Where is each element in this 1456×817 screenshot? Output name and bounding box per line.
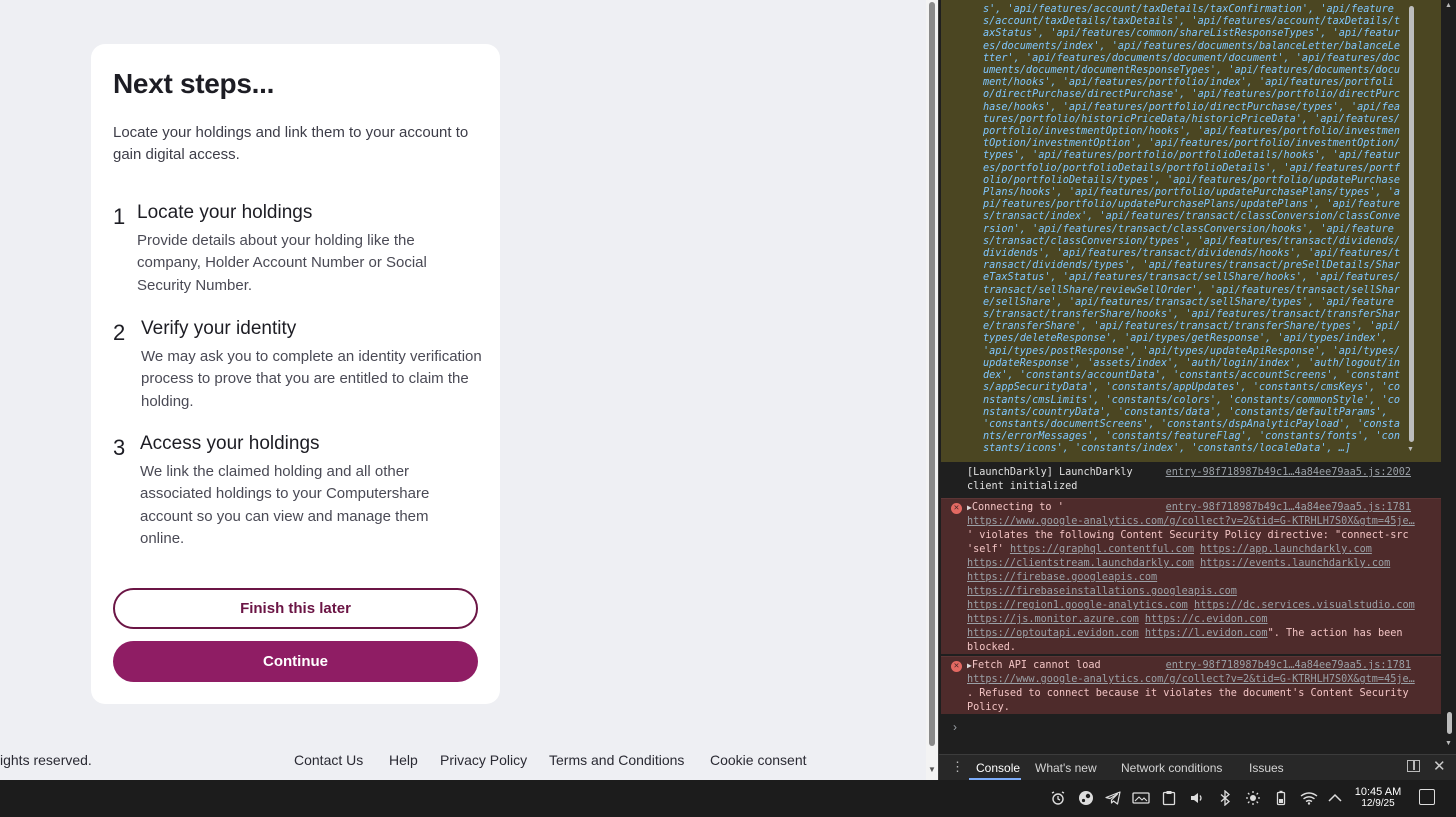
error-url-link[interactable]: https://www.google-analytics.com/g/colle… (967, 516, 1415, 527)
web-page: Next steps... Locate your holdings and l… (0, 0, 926, 780)
console-prompt-icon[interactable]: › (953, 720, 957, 734)
scrollbar-thumb[interactable] (929, 2, 935, 746)
tab-network-conditions[interactable]: Network conditions (1121, 761, 1222, 775)
terms-link[interactable]: Terms and Conditions (549, 752, 684, 768)
battery-icon[interactable] (1271, 788, 1291, 808)
source-link[interactable]: entry-98f718987b49c1…4a84ee79aa5.js:2002 (1166, 466, 1411, 480)
error-prefix: Fetch API cannot load (971, 660, 1101, 671)
error-body: ▶Connecting to ' https://www.google-anal… (967, 501, 1419, 655)
devtools-drawer-tabs: ⋮ Console What's new Network conditions … (939, 754, 1456, 780)
bluetooth-icon[interactable] (1215, 788, 1235, 808)
scroll-down-arrow-icon[interactable]: ▼ (1445, 740, 1452, 747)
chevron-up-icon[interactable] (1325, 788, 1345, 808)
csp-link[interactable]: https://dc.services.visualstudio.com (1194, 600, 1415, 611)
csp-link[interactable]: https://optoutapi.evidon.com (967, 628, 1139, 639)
scrollbar-thumb[interactable] (1409, 6, 1414, 442)
notifications-icon[interactable] (1419, 789, 1435, 805)
continue-button[interactable]: Continue (113, 641, 478, 682)
step-description: We link the claimed holding and all othe… (140, 463, 430, 547)
error-icon: ✕ (951, 503, 962, 514)
array-text: s', 'api/features/account/taxDetails/tax… (983, 4, 1401, 455)
tab-console[interactable]: Console (976, 761, 1020, 775)
step-description: Provide details about your holding like … (137, 232, 427, 294)
wifi-icon[interactable] (1299, 788, 1319, 808)
page-footer: ights reserved. Contact Us Help Privacy … (0, 748, 926, 772)
finish-later-button[interactable]: Finish this later (113, 588, 478, 629)
step-description: We may ask you to complete an identity v… (141, 348, 482, 410)
step-number: 2 (113, 320, 126, 345)
clock-date: 12/9/25 (1361, 798, 1395, 809)
error-url-link[interactable]: https://www.google-analytics.com/g/colle… (967, 674, 1415, 685)
console-array-output: s', 'api/features/account/taxDetails/tax… (941, 0, 1441, 462)
privacy-policy-link[interactable]: Privacy Policy (440, 752, 527, 768)
error-body: ▶Fetch API cannot load https://www.googl… (967, 659, 1419, 715)
step-number: 3 (113, 435, 126, 460)
next-steps-card: Next steps... Locate your holdings and l… (91, 44, 500, 704)
message-text: [LaunchDarkly] LaunchDarkly client initi… (967, 467, 1133, 492)
csp-link[interactable]: https://events.launchdarkly.com (1200, 558, 1390, 569)
volume-icon[interactable] (1187, 788, 1207, 808)
help-link[interactable]: Help (389, 752, 418, 768)
console-scrollbar[interactable]: ▲ ▼ (1445, 0, 1455, 752)
more-options-icon[interactable]: ⋮ (951, 759, 964, 775)
csp-link[interactable]: https://l.evidon.com (1145, 628, 1268, 639)
error-prefix: Connecting to ' (971, 502, 1064, 513)
csp-link[interactable]: https://c.evidon.com (1145, 614, 1268, 625)
system-clock[interactable]: 10:45 AM 12/9/25 (1352, 786, 1404, 810)
contact-us-link[interactable]: Contact Us (294, 752, 363, 768)
page-scrollbar[interactable]: ▼ (926, 0, 938, 780)
brightness-icon[interactable] (1243, 788, 1263, 808)
csp-link[interactable]: https://region1.google-analytics.com (967, 600, 1188, 611)
scroll-down-arrow-icon[interactable]: ▼ (928, 765, 936, 774)
tab-whats-new[interactable]: What's new (1035, 761, 1097, 775)
drive-icon[interactable] (1131, 788, 1151, 808)
csp-link[interactable]: https://graphql.contentful.com (1010, 544, 1194, 555)
devtools-panel: s', 'api/features/account/taxDetails/tax… (938, 0, 1456, 780)
step-title: Verify your identity (141, 318, 297, 339)
csp-link[interactable]: https://clientstream.launchdarkly.com (967, 558, 1194, 569)
csp-link[interactable]: https://app.launchdarkly.com (1200, 544, 1372, 555)
step-number: 1 (113, 204, 126, 229)
steam-icon[interactable] (1076, 788, 1096, 808)
console-info-message: [LaunchDarkly] LaunchDarkly client initi… (941, 464, 1441, 496)
alarm-icon[interactable] (1048, 788, 1068, 808)
copyright-text: ights reserved. (0, 752, 92, 768)
console-error-fetch: ✕ entry-98f718987b49c1…4a84ee79aa5.js:17… (941, 656, 1441, 714)
clock-time: 10:45 AM (1354, 786, 1402, 798)
telegram-icon[interactable] (1103, 788, 1123, 808)
error-suffix: . Refused to connect because it violates… (967, 688, 1409, 713)
cookie-consent-link[interactable]: Cookie consent (710, 752, 807, 768)
clipboard-icon[interactable] (1159, 788, 1179, 808)
scrollbar-thumb[interactable] (1447, 712, 1452, 734)
array-scrollbar[interactable]: ▼ (1407, 6, 1416, 453)
tab-issues[interactable]: Issues (1249, 761, 1284, 775)
csp-link[interactable]: https://js.monitor.azure.com (967, 614, 1139, 625)
taskbar: 10:45 AM 12/9/25 (0, 780, 1456, 817)
dock-side-icon[interactable] (1407, 760, 1420, 772)
error-icon: ✕ (951, 661, 962, 672)
intro-text: Locate your holdings and link them to yo… (113, 124, 469, 163)
csp-link[interactable]: https://firebase.googleapis.com (967, 572, 1157, 583)
scroll-up-arrow-icon[interactable]: ▲ (1445, 2, 1452, 9)
close-icon[interactable]: ✕ (1433, 757, 1446, 775)
step-title: Locate your holdings (137, 202, 313, 223)
csp-link[interactable]: https://firebaseinstallations.googleapis… (967, 586, 1237, 597)
page-title: Next steps... (113, 68, 275, 99)
console-error-csp: ✕ entry-98f718987b49c1…4a84ee79aa5.js:17… (941, 498, 1441, 654)
screen: Next steps... Locate your holdings and l… (0, 0, 1456, 817)
step-title: Access your holdings (140, 433, 320, 454)
scroll-down-arrow-icon[interactable]: ▼ (1407, 446, 1414, 453)
